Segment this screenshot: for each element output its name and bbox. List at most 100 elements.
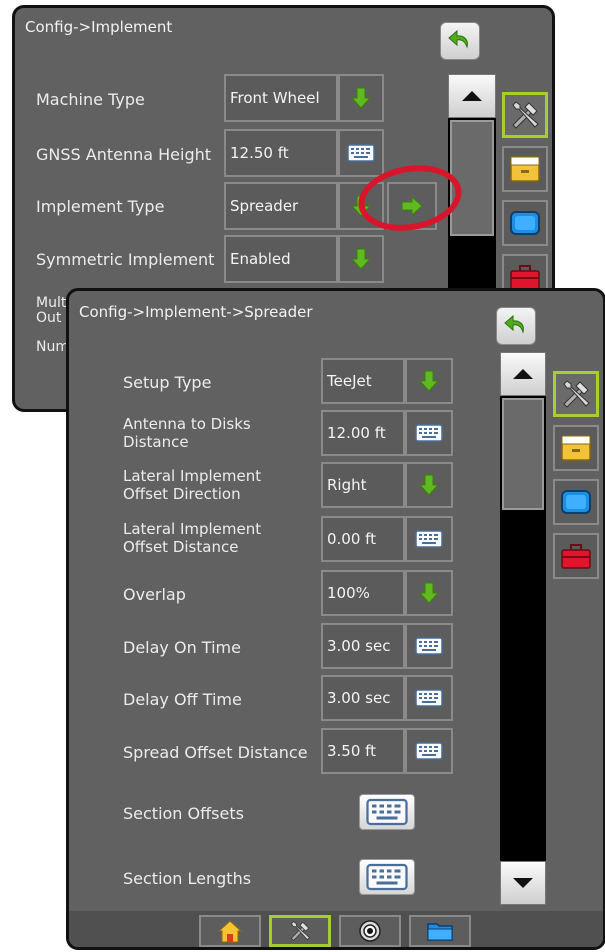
green-down-arrow-icon — [417, 473, 441, 497]
tab-console[interactable] — [553, 479, 599, 525]
spread-offset-distance-keyboard-button[interactable] — [405, 728, 453, 774]
lateral-offset-distance-keyboard-button[interactable] — [405, 516, 453, 562]
lateral-offset-distance-label-line2: Offset Distance — [123, 538, 239, 556]
delay-on-time-label: Delay On Time — [123, 638, 241, 657]
keyboard-icon — [362, 862, 412, 892]
back-arrow-icon — [447, 29, 473, 53]
tools-icon — [507, 97, 543, 133]
keyboard-icon — [415, 423, 443, 443]
tab-storage[interactable] — [553, 425, 599, 471]
implement-type-value: Spreader — [224, 182, 338, 230]
section-offsets-keyboard-button[interactable] — [359, 794, 415, 830]
delay-on-time-value: 3.00 sec — [321, 623, 405, 669]
overlap-label: Overlap — [123, 585, 186, 604]
keyboard-icon — [415, 636, 443, 656]
scroll-up-button[interactable] — [500, 352, 546, 396]
antenna-to-disks-distance-value: 12.00 ft — [321, 410, 405, 456]
lateral-offset-distance-label-line1: Lateral Implement — [123, 520, 262, 538]
scroll-up-icon — [513, 369, 533, 379]
tab-tools[interactable] — [553, 533, 599, 579]
scroll-down-icon — [513, 878, 533, 888]
page-title: Config->Implement->Spreader — [79, 303, 313, 321]
partial-row-label-line2: Out — [36, 310, 62, 326]
scroll-up-icon — [462, 91, 482, 101]
overlap-dropdown-button[interactable] — [405, 570, 453, 616]
antenna-to-disks-distance-keyboard-button[interactable] — [405, 410, 453, 456]
nav-setup-button[interactable] — [269, 915, 331, 947]
symmetric-implement-value: Enabled — [224, 235, 338, 283]
machine-type-dropdown-button[interactable] — [338, 74, 384, 122]
antenna-to-disks-distance-label-line1: Antenna to Disks — [123, 415, 251, 433]
green-down-arrow-icon — [417, 581, 441, 605]
gnss-antenna-height-keyboard-button[interactable] — [338, 129, 384, 177]
section-lengths-label: Section Lengths — [123, 869, 252, 888]
antenna-to-disks-distance-label: Antenna to Disks Distance — [123, 415, 251, 451]
lateral-offset-direction-label-line1: Lateral Implement — [123, 467, 262, 485]
symmetric-implement-dropdown-button[interactable] — [338, 235, 384, 283]
keyboard-icon — [362, 797, 412, 827]
scrollbar-thumb[interactable] — [502, 398, 544, 510]
scroll-down-button[interactable] — [500, 861, 546, 905]
tab-storage[interactable] — [502, 146, 548, 192]
partial-row-label-2: Num — [36, 339, 69, 355]
spreader-config-panel: Config->Implement->Spreader Setup Type T… — [66, 288, 605, 950]
machine-type-label: Machine Type — [36, 90, 145, 109]
keyboard-icon — [347, 143, 375, 163]
antenna-to-disks-distance-label-line2: Distance — [123, 433, 189, 451]
page-title: Config->Implement — [25, 18, 173, 36]
delay-on-time-keyboard-button[interactable] — [405, 623, 453, 669]
spread-offset-distance-label: Spread Offset Distance — [123, 743, 308, 762]
nav-home-button[interactable] — [199, 915, 261, 947]
drawer-icon — [558, 430, 594, 466]
section-offsets-label: Section Offsets — [123, 804, 244, 823]
scroll-up-button[interactable] — [448, 74, 496, 118]
lateral-offset-direction-dropdown-button[interactable] — [405, 462, 453, 508]
green-down-arrow-icon — [349, 86, 373, 110]
gnss-icon — [356, 918, 384, 944]
green-down-arrow-icon — [349, 247, 373, 271]
lateral-offset-direction-label: Lateral Implement Offset Direction — [123, 467, 261, 503]
tab-console[interactable] — [502, 200, 548, 246]
lateral-offset-distance-label: Lateral Implement Offset Distance — [123, 520, 261, 556]
section-lengths-keyboard-button[interactable] — [359, 859, 415, 895]
keyboard-icon — [415, 741, 443, 761]
lateral-offset-distance-value: 0.00 ft — [321, 516, 405, 562]
symmetric-implement-label: Symmetric Implement — [36, 250, 215, 269]
tools-icon — [286, 918, 314, 944]
tab-setup[interactable] — [553, 371, 599, 417]
keyboard-icon — [415, 688, 443, 708]
spread-offset-distance-value: 3.50 ft — [321, 728, 405, 774]
keyboard-icon — [415, 529, 443, 549]
tab-setup[interactable] — [502, 92, 548, 138]
machine-type-value: Front Wheel — [224, 74, 338, 122]
gnss-antenna-height-value: 12.50 ft — [224, 129, 338, 177]
gnss-antenna-height-label: GNSS Antenna Height — [36, 145, 212, 164]
setup-type-label: Setup Type — [123, 373, 212, 392]
implement-type-label: Implement Type — [36, 197, 165, 216]
delay-off-time-label: Delay Off Time — [123, 690, 242, 709]
data-icon — [426, 918, 454, 944]
drawer-icon — [507, 151, 543, 187]
back-arrow-icon — [503, 314, 529, 338]
delay-off-time-keyboard-button[interactable] — [405, 675, 453, 721]
nav-gnss-button[interactable] — [339, 915, 401, 947]
scrollbar-thumb[interactable] — [450, 120, 494, 236]
nav-data-button[interactable] — [409, 915, 471, 947]
setup-type-value: TeeJet — [321, 358, 405, 404]
partial-row-label: Mult Out — [36, 296, 66, 326]
console-icon — [507, 205, 543, 241]
back-button[interactable] — [440, 22, 480, 60]
console-icon — [558, 484, 594, 520]
back-button[interactable] — [496, 307, 536, 345]
delay-off-time-value: 3.00 sec — [321, 675, 405, 721]
setup-type-dropdown-button[interactable] — [405, 358, 453, 404]
toolbox-icon — [558, 538, 594, 574]
lateral-offset-direction-label-line2: Offset Direction — [123, 485, 241, 503]
green-down-arrow-icon — [417, 369, 441, 393]
home-icon — [216, 918, 244, 944]
bottom-nav-bar — [69, 911, 603, 947]
overlap-value: 100% — [321, 570, 405, 616]
lateral-offset-direction-value: Right — [321, 462, 405, 508]
partial-row-label-line1: Mult — [36, 295, 67, 311]
tools-icon — [558, 376, 594, 412]
